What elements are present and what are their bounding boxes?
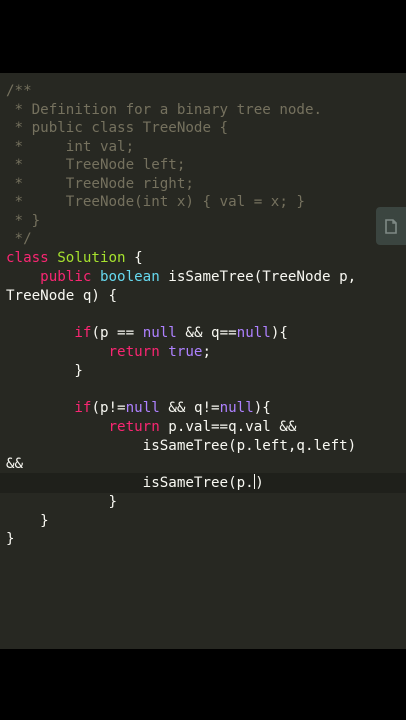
condition-text: && q!=	[159, 400, 220, 416]
boolean-keyword: boolean	[99, 269, 160, 285]
if-keyword: if	[74, 400, 92, 416]
condition-text: ){	[270, 325, 288, 341]
condition-text: (p ==	[91, 325, 143, 341]
brace: {	[125, 250, 143, 266]
null-literal: null	[125, 400, 160, 416]
code-line-close-brace: }	[6, 512, 49, 530]
semicolon: ;	[202, 344, 212, 360]
comment-line: * }	[6, 213, 41, 229]
code-line-close-brace: }	[6, 531, 15, 547]
comment-line: * TreeNode right;	[6, 176, 194, 192]
class-keyword: class	[6, 250, 49, 266]
code-line-close-brace: }	[6, 493, 118, 511]
code-line-params: TreeNode q) {	[6, 288, 118, 304]
method-signature: isSameTree(TreeNode p,	[159, 269, 357, 285]
auto-paren: )	[255, 475, 264, 491]
copy-button[interactable]	[376, 207, 406, 245]
code-line-close-brace: }	[6, 362, 83, 380]
return-keyword: return	[108, 419, 160, 435]
brace: }	[74, 363, 83, 379]
class-name: Solution	[57, 250, 126, 266]
code-line-and: &&	[6, 456, 24, 472]
comment-line: * TreeNode(int x) { val = x; }	[6, 194, 305, 210]
return-expression: p.val==q.val &&	[159, 419, 297, 435]
condition-text: && q==	[176, 325, 237, 341]
condition-text: (p!=	[91, 400, 126, 416]
comment-line: * public class TreeNode {	[6, 120, 229, 136]
comment-line: /**	[6, 83, 32, 99]
method-call: isSameTree(p.left,q.left)	[142, 438, 357, 454]
code-line-method-sig: public boolean isSameTree(TreeNode p,	[6, 268, 356, 286]
comment-line: */	[6, 231, 32, 247]
code-line-class-decl: class Solution {	[6, 249, 143, 267]
condition-text: ){	[253, 400, 271, 416]
copy-icon	[383, 216, 399, 236]
null-literal: null	[236, 325, 271, 341]
public-keyword: public	[40, 269, 92, 285]
code-editor[interactable]: /** * Definition for a binary tree node.…	[0, 73, 406, 649]
method-call-partial: isSameTree(p.	[142, 475, 254, 491]
true-literal: true	[168, 344, 203, 360]
comment-line: * int val;	[6, 139, 135, 155]
comment-line: * Definition for a binary tree node.	[6, 102, 323, 118]
code-line-call-left: isSameTree(p.left,q.left)	[6, 437, 357, 455]
return-keyword: return	[108, 344, 160, 360]
null-literal: null	[142, 325, 177, 341]
code-line-if2: if(p!=null && q!=null){	[6, 399, 271, 417]
if-keyword: if	[74, 325, 92, 341]
comment-line: * TreeNode left;	[6, 157, 186, 173]
brace: }	[108, 494, 118, 510]
code-line-if1: if(p == null && q==null){	[6, 324, 288, 342]
code-line-return-expr: return p.val==q.val &&	[6, 418, 297, 436]
brace: }	[40, 513, 49, 529]
code-line-return-true: return true;	[6, 343, 212, 361]
null-literal: null	[219, 400, 254, 416]
code-line-current[interactable]: isSameTree(p.)	[6, 474, 264, 492]
